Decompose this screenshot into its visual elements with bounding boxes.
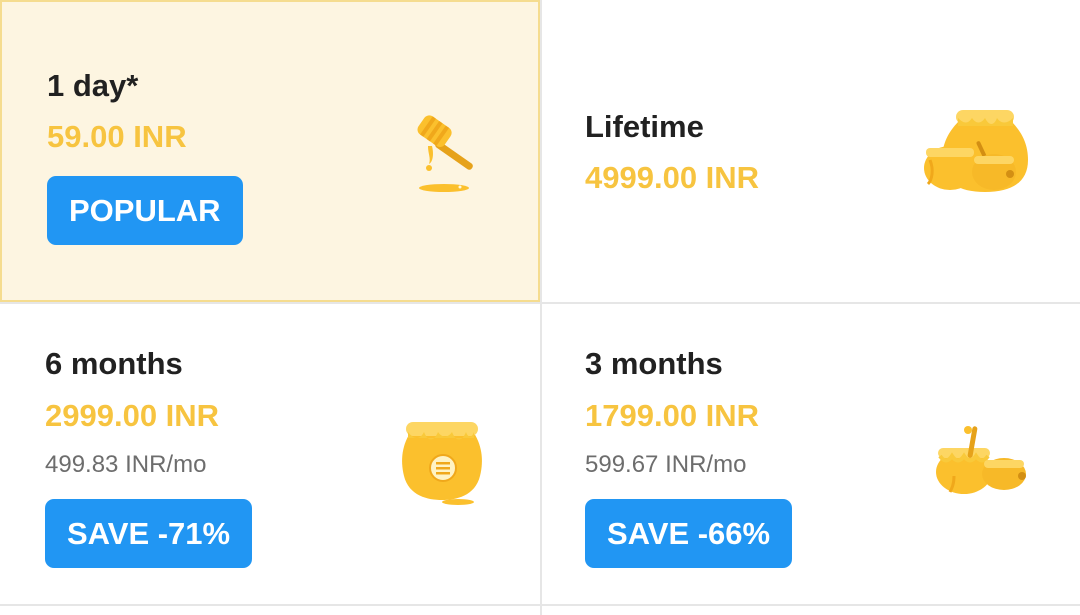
plan-card-lifetime[interactable]: Lifetime 4999.00 INR bbox=[542, 0, 1080, 302]
plan-name: 6 months bbox=[45, 346, 183, 381]
plan-price: 1799.00 INR bbox=[585, 398, 760, 433]
plan-card-partial[interactable] bbox=[0, 606, 540, 615]
plan-name: 3 months bbox=[585, 346, 723, 381]
honey-dipper-icon bbox=[417, 115, 473, 192]
plan-card-partial[interactable] bbox=[542, 606, 1080, 615]
honey-pots-stack-icon bbox=[924, 110, 1028, 192]
price-per-month: 599.67 INR/mo bbox=[585, 451, 747, 478]
plan-name: Lifetime bbox=[585, 109, 704, 144]
plan-name: 1 day* bbox=[47, 68, 139, 103]
plan-card-3-months[interactable]: 3 months 1799.00 INR 599.67 INR/mo SAVE … bbox=[542, 304, 1080, 604]
plans-grid: 1 day* 59.00 INR POPULAR Lifetime 4999.0… bbox=[0, 0, 1080, 615]
plan-price: 4999.00 INR bbox=[585, 160, 760, 195]
plan-price: 59.00 INR bbox=[47, 119, 187, 154]
plan-price: 2999.00 INR bbox=[45, 398, 220, 433]
popular-badge: POPULAR bbox=[47, 176, 243, 245]
honey-pot-icon bbox=[402, 422, 482, 505]
save-badge: SAVE -66% bbox=[585, 499, 793, 568]
honey-pots-icon bbox=[936, 426, 1026, 494]
save-badge: SAVE -71% bbox=[45, 499, 253, 568]
plan-card-6-months[interactable]: 6 months 2999.00 INR 499.83 INR/mo SAVE … bbox=[0, 304, 540, 604]
plan-card-1-day[interactable]: 1 day* 59.00 INR POPULAR bbox=[0, 0, 540, 302]
price-per-month: 499.83 INR/mo bbox=[45, 451, 207, 478]
